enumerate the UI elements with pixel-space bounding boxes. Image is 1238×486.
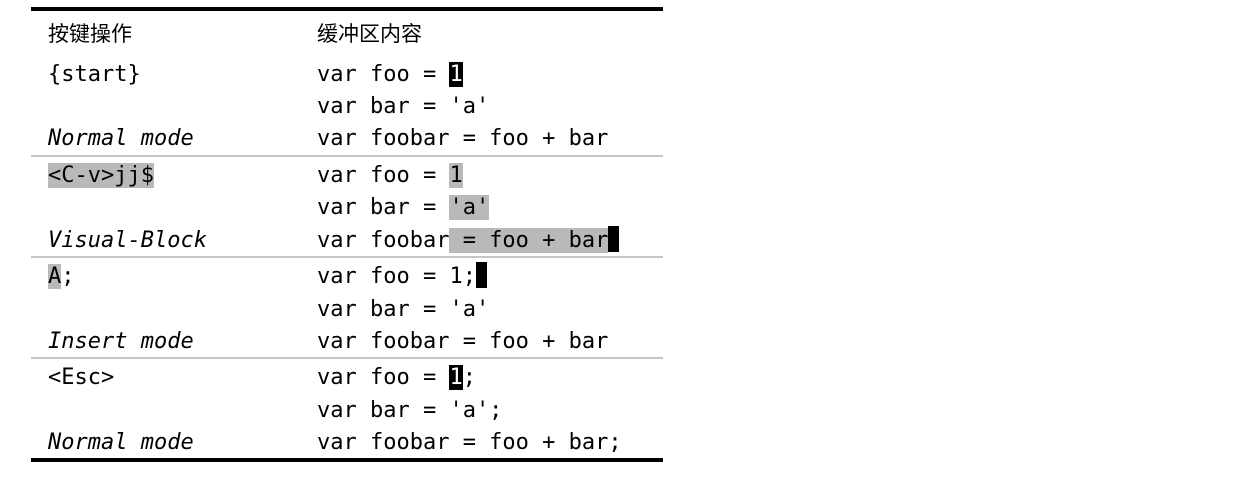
cursor-block: 1 <box>449 62 463 87</box>
step3-line1: var foo = 1; <box>317 262 487 292</box>
step2-line3: var foobar = foo + bar <box>317 226 620 256</box>
header-buffer-contents: 缓冲区内容 <box>317 22 422 46</box>
keys-highlight: <C-v>jj$ <box>48 163 154 188</box>
visual-selection: 1 <box>449 163 463 188</box>
step4-line3: var foobar = foo + bar; <box>317 430 622 455</box>
step3-keys: A; <box>48 262 75 292</box>
step4-keys: <Esc> <box>48 365 115 390</box>
step3-line3: var foobar = foo + bar <box>317 329 609 354</box>
row-divider <box>31 155 663 157</box>
step2-line1: var foo = 1 <box>317 161 463 191</box>
keys-text: ; <box>61 264 75 289</box>
cursor-block <box>475 262 487 288</box>
step4-line2: var bar = 'a'; <box>317 398 503 423</box>
step4-line1: var foo = 1; <box>317 363 476 393</box>
cursor-block: 1 <box>449 365 463 390</box>
visual-selection: = foo + bar <box>449 228 609 253</box>
code-text: var bar = <box>317 195 450 220</box>
step3-mode: Insert mode <box>48 329 194 354</box>
step2-mode: Visual-Block <box>48 228 207 253</box>
code-text: var foo = 1; <box>317 264 476 289</box>
code-text: ; <box>462 365 476 390</box>
cursor-block <box>608 226 620 252</box>
table-top-rule <box>31 7 663 11</box>
code-text: var foobar <box>317 228 450 253</box>
step1-line1: var foo = 1 <box>317 60 463 90</box>
code-text: var foo = <box>317 62 450 87</box>
step2-line2: var bar = 'a' <box>317 193 490 223</box>
keys-highlight: A <box>48 264 62 289</box>
step2-keys: <C-v>jj$ <box>48 161 154 191</box>
step1-mode: Normal mode <box>48 126 194 151</box>
code-text: var foo = <box>317 163 450 188</box>
row-divider <box>31 256 663 258</box>
step3-line2: var bar = 'a' <box>317 297 490 322</box>
step1-line2: var bar = 'a' <box>317 94 490 119</box>
code-text: var foo = <box>317 365 450 390</box>
visual-selection: 'a' <box>449 195 490 220</box>
step1-keys: {start} <box>48 62 141 87</box>
step1-line3: var foobar = foo + bar <box>317 126 609 151</box>
table-bottom-rule <box>31 458 663 462</box>
header-keystrokes: 按键操作 <box>48 22 132 46</box>
row-divider <box>31 357 663 359</box>
step4-mode: Normal mode <box>48 430 194 455</box>
